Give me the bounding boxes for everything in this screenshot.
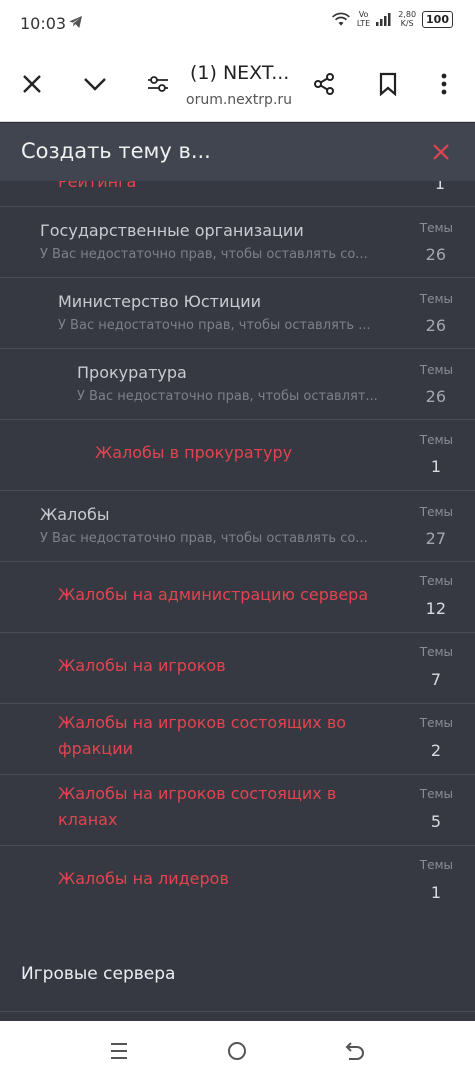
forum-title[interactable]: Жалобы на лидеров (58, 866, 229, 892)
topic-count: 2 (430, 741, 441, 760)
topic-count: 1 (434, 181, 445, 193)
divider (0, 1011, 475, 1012)
battery-indicator: 100 (422, 10, 453, 28)
topics-label: Темы (419, 433, 453, 447)
forum-description: У Вас недостаточно прав, чтобы оставлять… (58, 318, 371, 333)
forum-description: У Вас недостаточно прав, чтобы оставлят.… (77, 389, 378, 404)
url-display[interactable]: orum.nextrp.ru (186, 92, 306, 108)
topic-count: 5 (430, 812, 441, 831)
forum-title[interactable]: Жалобы в прокуратуру (95, 440, 292, 466)
forum-row[interactable]: Государственные организации У Вас недост… (0, 207, 475, 278)
topic-count: 27 (425, 529, 446, 548)
more-vert-icon (441, 73, 447, 95)
forum-row[interactable]: Жалобы в прокуратуру Темы 1 (0, 420, 475, 491)
topics-label: Темы (419, 505, 453, 519)
forum-row[interactable]: Рейтинга 1 (0, 181, 475, 207)
close-icon[interactable] (429, 140, 453, 164)
modal-header: Создать тему в... (0, 123, 475, 181)
system-nav-bar (0, 1021, 475, 1080)
recent-apps-icon[interactable] (107, 1039, 131, 1063)
topic-count: 26 (425, 387, 446, 406)
forum-row[interactable]: Жалобы на игроков состоящих в кланах Тем… (0, 775, 475, 846)
forum-title[interactable]: Жалобы на игроков состоящих во фракции (58, 710, 378, 762)
topics-label: Темы (419, 787, 453, 801)
forum-row[interactable]: Жалобы на администрацию сервера Темы 12 (0, 562, 475, 633)
status-bar: 10:03 Vo LTE 2,80 K/S 100 (0, 0, 475, 48)
forum-list: Рейтинга 1 Государственные организации У… (0, 181, 475, 1021)
forum-row[interactable]: Жалобы на игроков состоящих во фракции Т… (0, 704, 475, 775)
topic-count: 12 (425, 599, 446, 618)
site-settings-button[interactable] (142, 68, 174, 100)
topic-count: 1 (430, 457, 441, 476)
home-icon[interactable] (225, 1039, 249, 1063)
topics-label: Темы (419, 221, 453, 235)
forum-row[interactable]: Жалобы на лидеров Темы 1 (0, 846, 475, 917)
chevron-down-icon (84, 78, 106, 91)
forum-row[interactable]: Жалобы на игроков Темы 7 (0, 633, 475, 704)
browser-toolbar: (1) NEXT... orum.nextrp.ru (0, 48, 475, 122)
forum-title[interactable]: Министерство Юстиции (58, 292, 261, 311)
tab-title[interactable]: (1) NEXT... (190, 62, 302, 84)
tune-icon (148, 76, 168, 92)
forum-row[interactable]: Жалобы У Вас недостаточно прав, чтобы ос… (0, 491, 475, 562)
telegram-icon (69, 16, 82, 28)
bookmark-button[interactable] (372, 68, 404, 100)
forum-row[interactable]: Прокуратура У Вас недостаточно прав, что… (0, 349, 475, 420)
wifi-icon (331, 12, 350, 26)
close-icon (23, 75, 41, 93)
forum-title[interactable]: Рейтинга (58, 181, 136, 195)
topic-count: 26 (425, 316, 446, 335)
topics-label: Темы (419, 858, 453, 872)
network-speed: 2,80 K/S (398, 10, 417, 28)
status-time: 10:03 (20, 14, 67, 33)
modal-title: Создать тему в... (21, 139, 211, 163)
bookmark-icon (379, 72, 397, 96)
more-options-button[interactable] (428, 68, 460, 100)
forum-description: У Вас недостаточно прав, чтобы оставлять… (40, 247, 368, 262)
minimize-button[interactable] (79, 68, 111, 100)
forum-description: У Вас недостаточно прав, чтобы оставлять… (40, 531, 368, 546)
share-icon (314, 73, 334, 95)
section-title[interactable]: Игровые сервера (21, 964, 175, 984)
topics-label: Темы (419, 363, 453, 377)
forum-row[interactable]: Министерство Юстиции У Вас недостаточно … (0, 278, 475, 349)
share-button[interactable] (308, 68, 340, 100)
forum-title[interactable]: Государственные организации (40, 221, 304, 240)
forum-title[interactable]: Жалобы (40, 505, 110, 524)
forum-title[interactable]: Жалобы на игроков состоящих в кланах (58, 781, 378, 833)
topics-label: Темы (419, 716, 453, 730)
forum-title[interactable]: Жалобы на игроков (58, 653, 226, 679)
status-indicators: Vo LTE 2,80 K/S 100 (331, 10, 453, 28)
topic-count: 1 (430, 883, 441, 902)
close-tab-button[interactable] (16, 68, 48, 100)
back-icon[interactable] (343, 1039, 367, 1063)
topic-count: 26 (425, 245, 446, 264)
topics-label: Темы (419, 574, 453, 588)
forum-title[interactable]: Жалобы на администрацию сервера (58, 582, 368, 608)
topics-label: Темы (419, 292, 453, 306)
network-type: Vo LTE (356, 10, 371, 28)
signal-icon (376, 13, 391, 26)
topic-count: 7 (430, 670, 441, 689)
forum-title[interactable]: Прокуратура (77, 363, 187, 382)
topics-label: Темы (419, 645, 453, 659)
